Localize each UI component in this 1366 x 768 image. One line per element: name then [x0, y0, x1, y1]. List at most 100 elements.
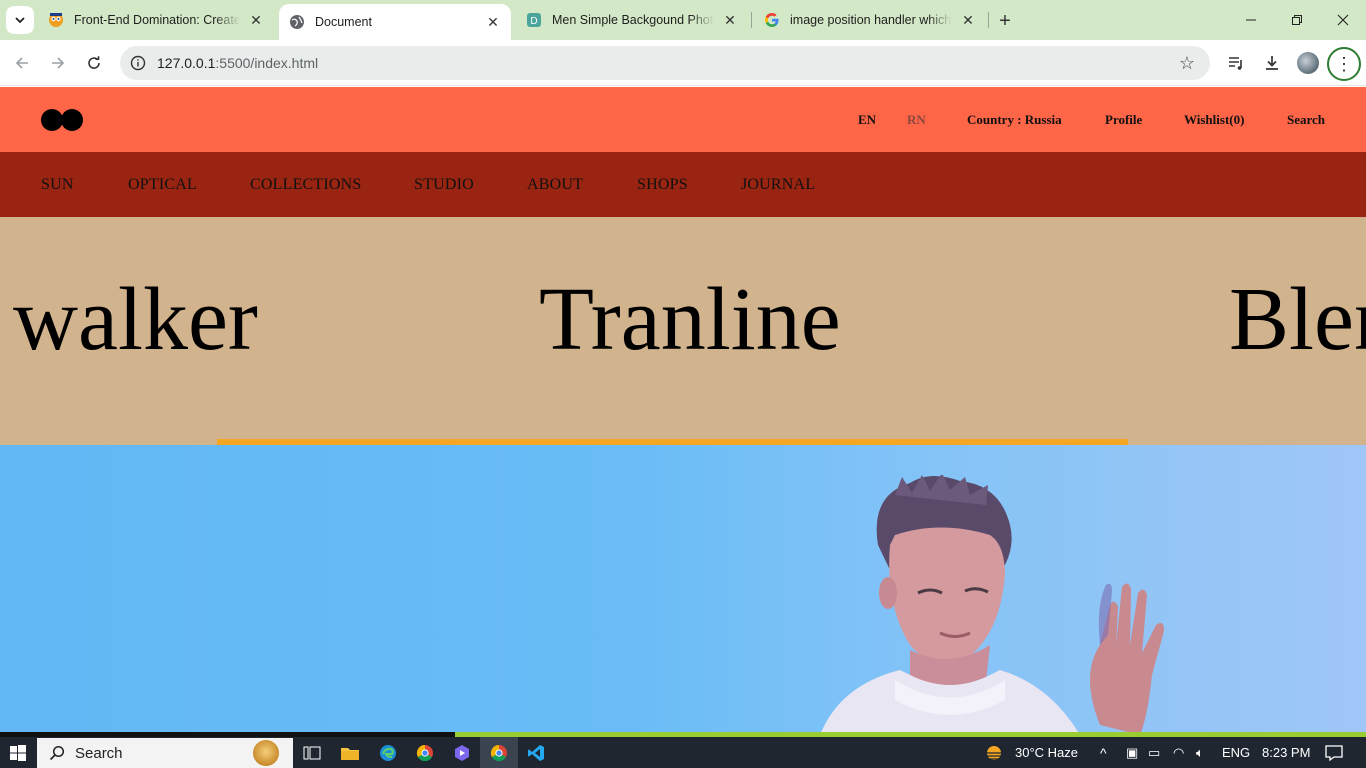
lang-en-link[interactable]: EN	[858, 112, 876, 128]
close-icon[interactable]: ✕	[960, 12, 976, 28]
chrome-button[interactable]	[413, 741, 437, 765]
task-view-button[interactable]	[300, 741, 324, 765]
svg-text:D: D	[530, 16, 537, 27]
d-favicon-icon: D	[526, 12, 542, 28]
tab-document[interactable]: Document ✕	[279, 4, 511, 40]
folder-icon	[341, 748, 359, 760]
search-link[interactable]: Search	[1287, 112, 1325, 128]
search-highlight-icon	[253, 740, 279, 766]
nav-item-optical[interactable]: OPTICAL	[128, 176, 197, 194]
address-bar[interactable]: 127.0.0.1:5500/index.html ☆	[120, 46, 1210, 80]
arrow-left-icon	[15, 57, 28, 69]
windows-logo-icon	[10, 744, 26, 761]
tab-men-simple-background[interactable]: D Men Simple Backgound Photos ✕	[516, 0, 748, 40]
brand-word-blen[interactable]: Blen	[1229, 275, 1366, 365]
google-g-icon	[764, 12, 780, 28]
downloads-button[interactable]	[1259, 50, 1285, 76]
profile-avatar[interactable]	[1297, 52, 1319, 74]
chevron-up-icon[interactable]: ^	[1100, 745, 1107, 761]
media-controls-button[interactable]	[1223, 50, 1249, 76]
tab-front-end-domination[interactable]: Front-End Domination: Create A ✕	[38, 0, 274, 40]
new-tab-button[interactable]: +	[994, 10, 1016, 32]
nav-item-shops[interactable]: SHOPS	[637, 176, 688, 194]
battery-icon[interactable]: ▭	[1148, 745, 1160, 761]
edge-button[interactable]	[376, 741, 400, 765]
site-top-bar: EN RN Country : Russia Profile Wishlist(…	[0, 87, 1366, 152]
file-explorer-button[interactable]	[338, 741, 362, 765]
logo-circle-right	[61, 109, 83, 131]
tab-title: Document	[315, 15, 372, 29]
volume-icon[interactable]: 🔈︎	[1196, 745, 1204, 761]
weather-widget-icon[interactable]	[982, 741, 1006, 765]
meet-now-icon[interactable]: ▣	[1126, 745, 1138, 761]
clock[interactable]: 8:23 PM	[1262, 745, 1310, 760]
hero-image	[0, 445, 1366, 732]
task-view-icon	[303, 746, 321, 760]
arrow-right-icon	[52, 57, 65, 69]
reload-icon	[88, 56, 100, 69]
vscode-button[interactable]	[524, 741, 548, 765]
url-host: 127.0.0.1	[157, 55, 216, 71]
brand-word-tranline[interactable]: Tranline	[539, 275, 841, 365]
owl-favicon-icon	[48, 12, 64, 28]
edge-icon	[380, 745, 396, 761]
notification-icon	[1325, 745, 1343, 762]
windows-taskbar: Search 30°C Haze ^ ▣ ▭ ◠ 🔈︎ ENG 8:23 PM	[0, 737, 1366, 768]
close-icon[interactable]: ✕	[722, 12, 738, 28]
reload-button[interactable]	[80, 49, 108, 77]
nav-item-studio[interactable]: STUDIO	[414, 176, 474, 194]
nav-item-collections[interactable]: COLLECTIONS	[250, 176, 362, 194]
download-icon	[1266, 56, 1278, 70]
forward-button[interactable]	[44, 49, 72, 77]
chrome-active-window-button[interactable]	[480, 737, 518, 768]
restore-button[interactable]	[1274, 0, 1320, 40]
hexagon-app-icon	[455, 745, 469, 761]
tab-image-position-handler[interactable]: image position handler which p ✕	[754, 0, 986, 40]
notifications-button[interactable]	[1322, 741, 1346, 765]
model-portrait-illustration	[821, 475, 1164, 732]
chrome-icon	[416, 744, 433, 762]
url-path: :5500/index.html	[215, 55, 319, 71]
tab-title: image position handler which p	[790, 13, 952, 27]
web-page: EN RN Country : Russia Profile Wishlist(…	[0, 87, 1366, 732]
app-launcher-button[interactable]	[450, 741, 474, 765]
back-button[interactable]	[8, 49, 36, 77]
profile-link[interactable]: Profile	[1105, 112, 1142, 128]
restore-icon	[1292, 15, 1302, 25]
start-button[interactable]	[0, 737, 36, 768]
nav-item-sun[interactable]: SUN	[41, 176, 74, 194]
browser-tab-strip: Front-End Domination: Create A ✕ Documen…	[0, 0, 1366, 40]
taskbar-search-box[interactable]: Search	[37, 738, 293, 768]
language-indicator[interactable]: ENG	[1222, 745, 1250, 760]
site-logo[interactable]	[41, 109, 83, 131]
vscode-icon	[528, 745, 544, 761]
nav-item-journal[interactable]: JOURNAL	[741, 176, 815, 194]
browser-menu-button[interactable]: ⋮	[1327, 47, 1361, 81]
close-icon[interactable]: ✕	[248, 12, 264, 28]
plus-icon: +	[999, 9, 1011, 32]
minimize-icon	[1246, 19, 1256, 21]
close-window-button[interactable]	[1320, 0, 1366, 40]
wishlist-link[interactable]: Wishlist(0)	[1184, 112, 1244, 128]
tab-search-button[interactable]	[6, 6, 34, 34]
tab-separator	[988, 12, 989, 28]
close-icon[interactable]: ✕	[485, 14, 501, 30]
lang-rn-link[interactable]: RN	[907, 112, 926, 128]
site-info-icon[interactable]	[128, 53, 148, 73]
playlist-icon	[1229, 57, 1242, 70]
browser-toolbar: 127.0.0.1:5500/index.html ☆	[0, 40, 1366, 86]
tab-separator	[751, 12, 752, 28]
close-icon	[1337, 14, 1349, 26]
url-text[interactable]: 127.0.0.1:5500/index.html	[157, 55, 318, 71]
wifi-icon[interactable]: ◠	[1173, 745, 1184, 761]
logo-circle-left	[41, 109, 63, 131]
weather-text[interactable]: 30°C Haze	[1015, 745, 1078, 760]
minimize-button[interactable]	[1228, 0, 1274, 40]
bookmark-star-icon[interactable]: ☆	[1176, 52, 1198, 74]
chevron-down-icon	[15, 17, 25, 24]
country-selector[interactable]: Country : Russia	[967, 112, 1062, 128]
nav-item-about[interactable]: ABOUT	[527, 176, 583, 194]
brand-word-walker[interactable]: walker	[13, 275, 258, 365]
chrome-icon	[490, 744, 507, 761]
tab-title: Front-End Domination: Create A	[74, 13, 240, 27]
